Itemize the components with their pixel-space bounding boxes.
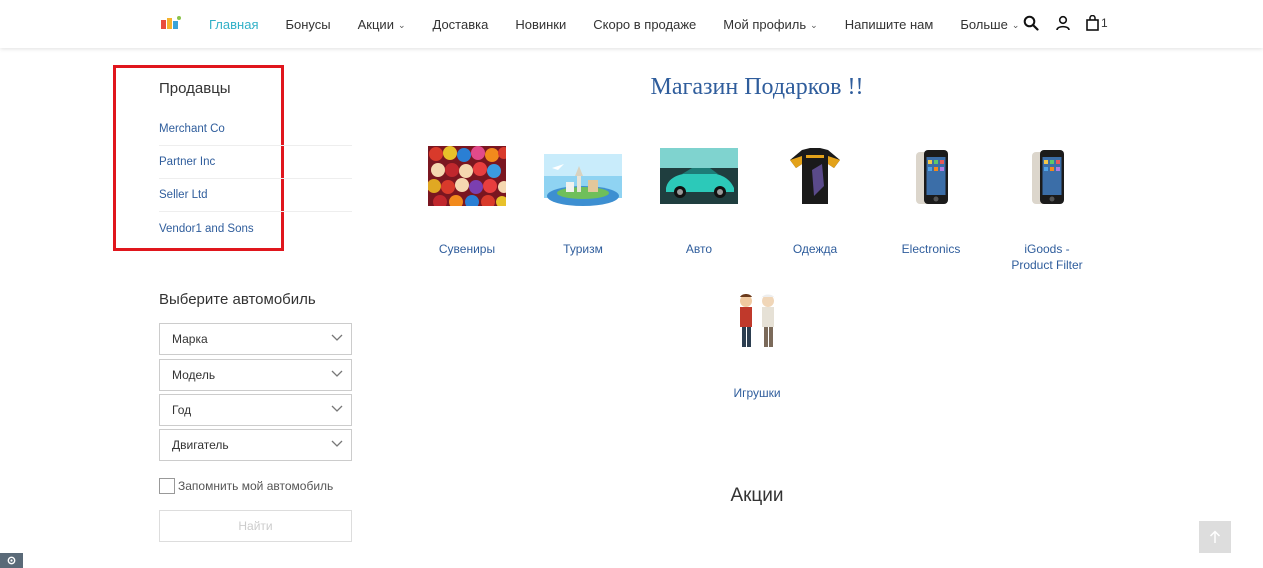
nav-coming-soon[interactable]: Скоро в продаже: [593, 17, 696, 32]
year-select-value: Год: [172, 403, 192, 417]
page-title: Магазин Подарков !!: [650, 74, 864, 100]
category-toys[interactable]: Игрушки: [699, 291, 815, 401]
category-label: Игрушки: [733, 386, 781, 400]
category-label: Авто: [685, 242, 713, 256]
car-selector-title: Выберите автомобиль: [159, 291, 316, 308]
car-image: [660, 146, 738, 206]
chevron-down-icon: ⌄: [1011, 19, 1020, 30]
engine-select-value: Двигатель: [172, 438, 229, 452]
nav-contact-us[interactable]: Напишите нам: [845, 17, 934, 32]
cart-button[interactable]: 1: [1086, 14, 1108, 32]
chevron-down-icon: [331, 440, 343, 447]
remember-car: Запомнить мой автомобиль: [159, 478, 333, 494]
tourism-image: [544, 146, 622, 206]
nav-home[interactable]: Главная: [209, 17, 258, 32]
category-label: iGoods - Product Filter: [1011, 242, 1083, 272]
jersey-image: [776, 146, 854, 206]
nav-new-arrivals[interactable]: Новинки: [515, 17, 566, 32]
sellers-title: Продавцы: [159, 80, 231, 97]
settings-button[interactable]: [0, 553, 23, 568]
chevron-down-icon: [331, 370, 343, 377]
category-label: Туризм: [563, 242, 603, 256]
nav-delivery[interactable]: Доставка: [433, 17, 489, 32]
vendor-list: Merchant Co Partner Inc Seller Ltd Vendo…: [159, 113, 352, 245]
vendor-link[interactable]: Seller Ltd: [159, 179, 352, 212]
category-souvenirs[interactable]: Сувениры: [409, 146, 525, 257]
category-electronics[interactable]: Electronics: [873, 146, 989, 257]
phone-image: [1008, 146, 1086, 206]
chevron-down-icon: [331, 405, 343, 412]
make-select-value: Марка: [172, 332, 208, 346]
store-logo[interactable]: [160, 15, 182, 31]
vendor-link[interactable]: Vendor1 and Sons: [159, 212, 352, 245]
nav-bonuses[interactable]: Бонусы: [285, 17, 330, 32]
arrow-up-icon: [1209, 530, 1221, 543]
chevron-down-icon: ⌄: [810, 19, 818, 30]
vendor-link[interactable]: Partner Inc: [159, 146, 352, 179]
cart-icon: [1086, 15, 1099, 31]
main-nav: Главная Бонусы Акции ⌄ Доставка Новинки С…: [209, 0, 1046, 48]
souvenirs-image: [427, 146, 510, 209]
model-select-value: Модель: [172, 368, 216, 382]
vendor-link[interactable]: Merchant Co: [159, 113, 352, 146]
engine-select[interactable]: Двигатель: [159, 429, 352, 461]
top-header: Главная Бонусы Акции ⌄ Доставка Новинки С…: [0, 0, 1263, 48]
category-tourism[interactable]: Туризм: [525, 146, 641, 257]
promotions-section-title: Акции: [730, 485, 784, 506]
phone-image: [892, 146, 970, 206]
year-select[interactable]: Год: [159, 394, 352, 426]
toys-image: [718, 291, 796, 351]
find-button[interactable]: Найти: [159, 510, 352, 542]
category-label: Сувениры: [438, 242, 496, 256]
make-select[interactable]: Марка: [159, 323, 352, 355]
header-icons: 1: [1022, 14, 1108, 32]
cart-count: 1: [1101, 16, 1108, 30]
remember-car-label: Запомнить мой автомобиль: [178, 479, 334, 493]
category-label: Electronics: [901, 242, 961, 256]
nav-promotions[interactable]: Акции ⌄: [358, 17, 406, 32]
scroll-to-top-button[interactable]: [1199, 521, 1231, 553]
nav-more[interactable]: Больше ⌄: [960, 17, 1019, 32]
category-clothing[interactable]: Одежда: [757, 146, 873, 257]
category-igoods[interactable]: iGoods - Product Filter: [989, 146, 1105, 273]
search-icon[interactable]: [1022, 14, 1040, 32]
nav-my-profile[interactable]: Мой профиль ⌄: [723, 17, 817, 32]
category-label: Одежда: [792, 242, 838, 256]
chevron-down-icon: [331, 334, 343, 341]
model-select[interactable]: Модель: [159, 359, 352, 391]
remember-car-checkbox[interactable]: [159, 478, 175, 494]
chevron-down-icon: ⌄: [397, 19, 406, 30]
category-auto[interactable]: Авто: [641, 146, 757, 257]
user-icon[interactable]: [1054, 14, 1072, 32]
gear-icon: [7, 556, 16, 565]
